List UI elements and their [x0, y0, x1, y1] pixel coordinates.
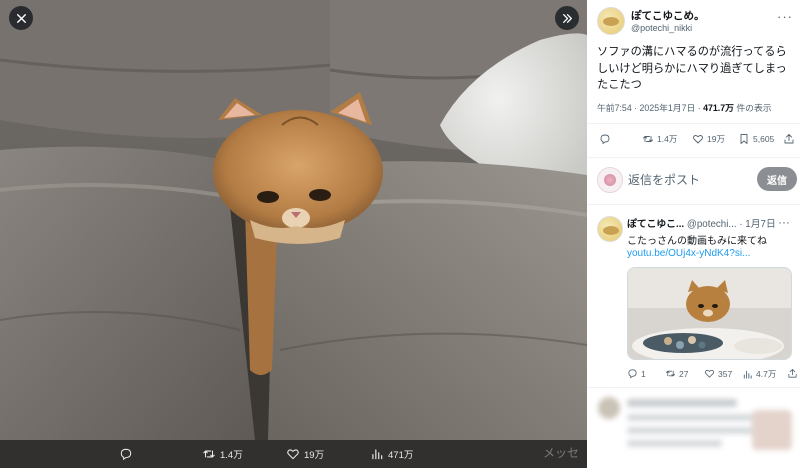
post-retweet-count: 1.4万 [657, 134, 678, 144]
media-action-bar: 1.4万 19万 471万 [0, 440, 587, 468]
reply-reply-button[interactable]: 1 [627, 368, 646, 379]
retweet-icon [643, 136, 653, 142]
post-stats-bar: 1.4万 19万 5,605 [597, 133, 797, 149]
post-meta: 午前7:54 · 2025年1月7日 · 471.7万 件の表示 [597, 101, 772, 114]
share-icon [788, 368, 797, 378]
reply-input[interactable]: 返信をポスト [628, 171, 700, 188]
reply-reply-count: 1 [641, 368, 646, 379]
author-avatar[interactable] [597, 7, 625, 35]
post-time[interactable]: 午前7:54 · 2025年1月7日 · [597, 103, 703, 113]
heart-icon [704, 369, 715, 378]
divider [587, 157, 800, 158]
post-like-button[interactable]: 19万 [692, 133, 725, 145]
chevron-double-right-icon [562, 13, 572, 23]
retweet-count: 1.4万 [220, 450, 243, 461]
reply-stats-bar: 1 27 357 4.7万 [627, 368, 797, 382]
post-reply-button[interactable] [599, 133, 614, 145]
reply-icon [628, 369, 637, 379]
more-icon: ··· [777, 9, 793, 24]
reply-author-name[interactable]: ぽてこゆこ... [627, 219, 684, 230]
reply-more-button[interactable]: ··· [778, 215, 790, 229]
expand-sidebar-button[interactable] [555, 6, 579, 30]
reply-action[interactable] [119, 440, 137, 468]
post-views-label: 件の表示 [733, 103, 772, 113]
heart-icon [693, 135, 703, 144]
message-overlay-text: メッセ [542, 446, 579, 460]
reply-icon [120, 448, 132, 461]
bookmark-icon [740, 134, 748, 144]
post-retweet-button[interactable]: 1.4万 [642, 133, 677, 145]
views-count: 471万 [388, 450, 414, 461]
post-bookmark-count: 5,605 [753, 134, 775, 144]
retweet-icon [203, 450, 215, 458]
post-sidebar: ぽてこゆこめ。 @potechi_nikki ··· ソファの溝にハマるのが流行… [587, 0, 800, 468]
post-views-count: 471.7万 [703, 103, 734, 113]
reply-retweet-count: 27 [679, 368, 689, 379]
retweet-action[interactable]: 1.4万 [202, 440, 243, 468]
share-icon [784, 134, 794, 144]
cat-photo [0, 0, 587, 440]
post-text: ソファの溝にハマるのが流行ってるらしいけど明らかにハマり過ぎてしまったこたつ [597, 46, 787, 91]
video-thumbnail [628, 268, 791, 359]
blurred-reply [587, 390, 800, 468]
like-count: 19万 [304, 450, 325, 461]
reply-like-button[interactable]: 357 [704, 368, 732, 379]
post-like-count: 19万 [707, 134, 725, 144]
bar-chart-icon [372, 449, 383, 460]
author-name[interactable]: ぽてこゆこめ。 [631, 8, 705, 23]
reply-text: こたっさんの動画もみに来てね [627, 236, 767, 247]
reply-link[interactable]: youtu.be/OUj4x-yNdK4?si... [627, 248, 750, 259]
post-header: ぽてこゆこめ。 @potechi_nikki ··· [595, 5, 795, 39]
reply-author-handle[interactable]: @potechi... [687, 219, 737, 230]
reply-share-button[interactable] [787, 368, 798, 379]
retweet-icon [665, 370, 676, 377]
author-handle[interactable]: @potechi_nikki [631, 23, 692, 33]
reply-views-button[interactable]: 4.7万 [742, 368, 776, 380]
reply-retweet-button[interactable]: 27 [665, 368, 688, 379]
views-action[interactable]: 471万 [370, 440, 413, 468]
reply-author-avatar[interactable] [597, 216, 623, 242]
reply-submit-button[interactable]: 返信 [757, 167, 797, 191]
close-icon [16, 13, 26, 23]
like-action[interactable]: 19万 [286, 440, 324, 468]
reply-views-count: 4.7万 [756, 369, 777, 379]
divider [587, 204, 800, 205]
reply-tweet[interactable]: ぽてこゆこ... @potechi... · 1月7日 ··· こたっさんの動画… [587, 208, 800, 386]
divider [587, 123, 800, 124]
more-options-button[interactable]: ··· [777, 9, 793, 24]
post-bookmark-button[interactable]: 5,605 [738, 133, 774, 145]
video-link-card[interactable] [627, 267, 792, 360]
reply-composer: 返信をポスト 返信 [597, 167, 797, 193]
reply-date[interactable]: · 1月7日 [739, 219, 775, 230]
close-button[interactable] [9, 6, 33, 30]
heart-icon [287, 449, 299, 460]
divider [587, 387, 800, 388]
reply-tweet-header: ぽてこゆこ... @potechi... · 1月7日 [627, 216, 776, 230]
more-icon: ··· [778, 215, 790, 229]
media-viewer: 1.4万 19万 471万 メッセ [0, 0, 587, 468]
current-user-avatar [597, 167, 623, 193]
reply-icon [600, 134, 610, 145]
reply-like-count: 357 [718, 368, 733, 379]
bar-chart-icon [743, 370, 752, 379]
post-share-button[interactable] [783, 133, 795, 145]
